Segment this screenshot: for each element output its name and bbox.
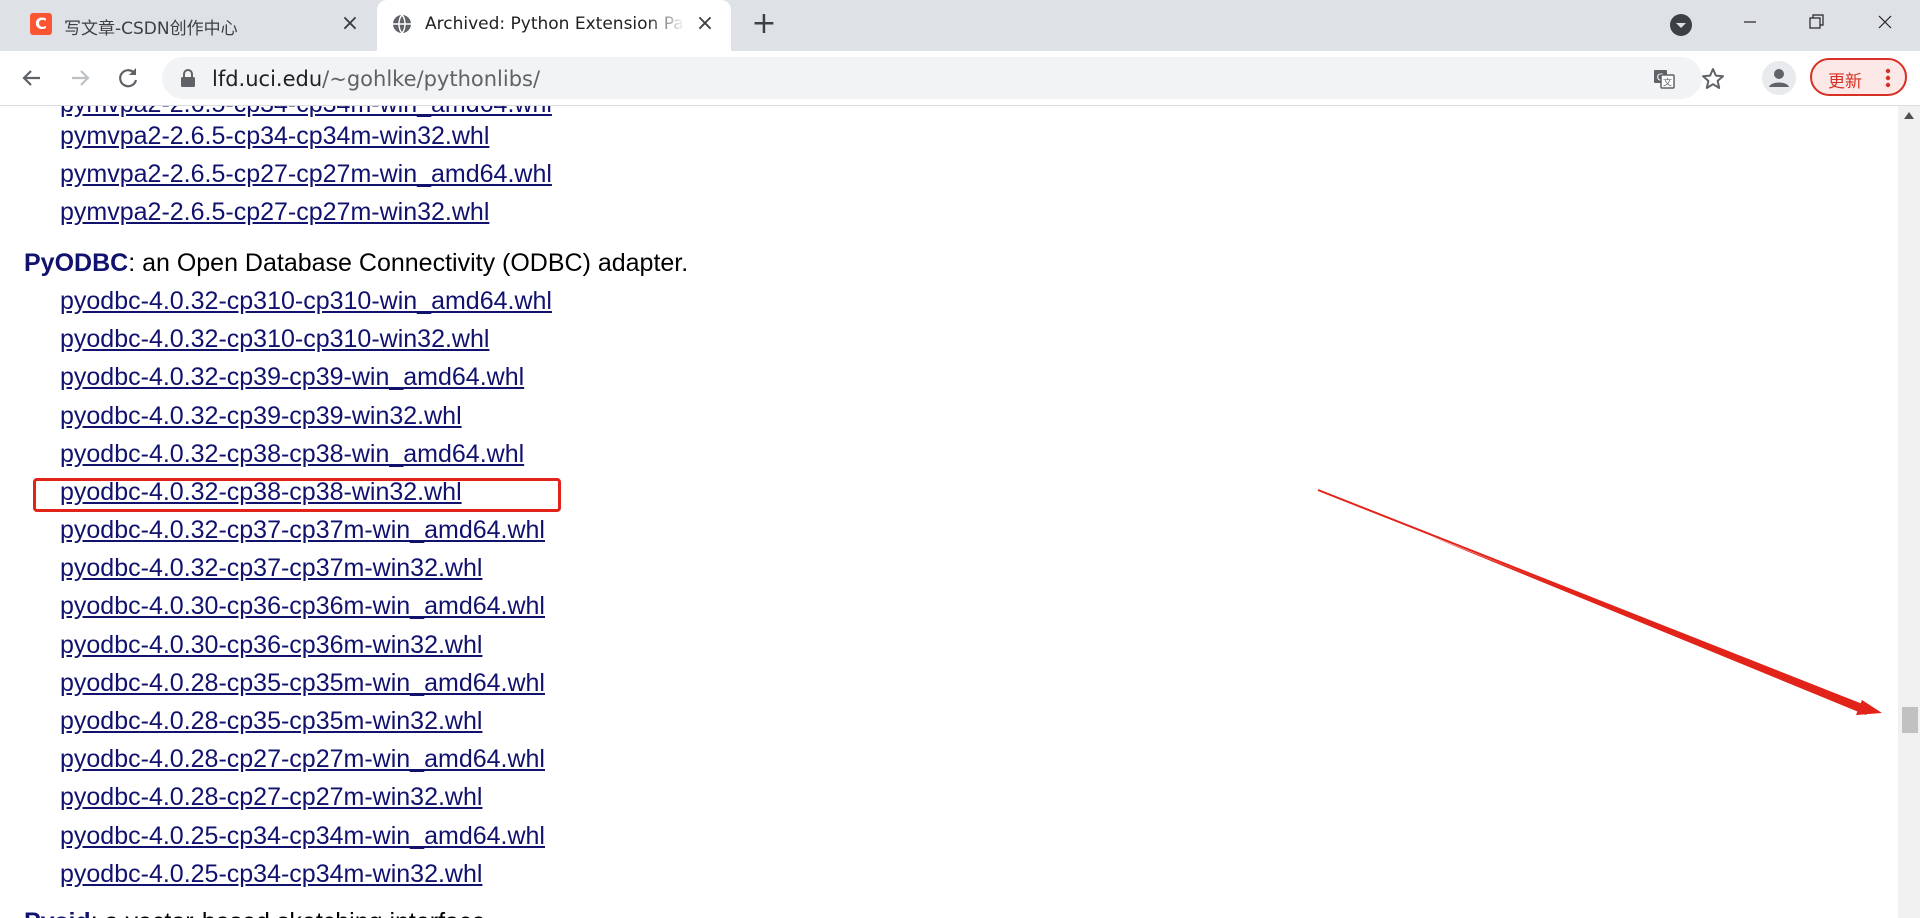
download-link[interactable]: pymvpa2-2.6.5-cp27-cp27m-win32.whl	[60, 198, 489, 227]
tab-pythonlibs[interactable]: Archived: Python Extension Packages for …	[377, 0, 731, 51]
back-arrow-icon[interactable]	[16, 62, 48, 94]
download-link[interactable]: pyodbc-4.0.32-cp39-cp39-win32.whl	[60, 402, 462, 431]
download-link[interactable]: pyodbc-4.0.28-cp27-cp27m-win32.whl	[60, 783, 482, 812]
update-button[interactable]: 更新	[1810, 58, 1907, 96]
download-link[interactable]: pymvpa2-2.6.5-cp34-cp34m-win32.whl	[60, 122, 489, 151]
reload-icon[interactable]	[112, 62, 144, 94]
star-icon[interactable]	[1700, 66, 1726, 92]
download-link[interactable]: pyodbc-4.0.32-cp39-cp39-win_amd64.whl	[60, 363, 524, 392]
download-link[interactable]: pyodbc-4.0.30-cp36-cp36m-win_amd64.whl	[60, 592, 545, 621]
download-link[interactable]: pyodbc-4.0.32-cp310-cp310-win_amd64.whl	[60, 287, 552, 316]
translate-icon[interactable]: G 文	[1652, 67, 1676, 91]
section-heading: Pysid: a vector-based sketching interfac…	[24, 908, 492, 918]
maximize-icon[interactable]	[1786, 0, 1846, 44]
download-link[interactable]: pyodbc-4.0.25-cp34-cp34m-win32.whl	[60, 860, 482, 889]
tab-title: Archived: Python Extension Packages for …	[425, 14, 685, 34]
csdn-favicon-icon: C	[30, 13, 52, 35]
tab-strip: C 写文章-CSDN创作中心 × Archived: Python Extens…	[0, 0, 1920, 51]
url-host: lfd.uci.edu	[212, 67, 323, 91]
section-name[interactable]: Pysid	[24, 908, 91, 918]
download-link[interactable]: pyodbc-4.0.28-cp27-cp27m-win_amd64.whl	[60, 745, 545, 774]
url-text[interactable]: lfd.uci.edu/~gohlke/pythonlibs/	[212, 67, 540, 91]
window-close-icon[interactable]	[1855, 0, 1915, 44]
download-link[interactable]: pymvpa2-2.6.5-cp27-cp27m-win_amd64.whl	[60, 160, 552, 189]
highlight-annotation-box	[33, 478, 561, 512]
download-link[interactable]: pyodbc-4.0.32-cp310-cp310-win32.whl	[60, 325, 489, 354]
section-name[interactable]: PyODBC	[24, 249, 128, 277]
vertical-scrollbar[interactable]	[1898, 106, 1920, 918]
url-path: /~gohlke/pythonlibs/	[322, 67, 541, 91]
update-label: 更新	[1828, 72, 1862, 92]
section-description: : a vector-based sketching interface.	[91, 908, 493, 918]
scrollbar-thumb[interactable]	[1902, 707, 1918, 733]
download-link[interactable]: pyodbc-4.0.28-cp35-cp35m-win32.whl	[60, 707, 482, 736]
svg-text:文: 文	[1663, 77, 1672, 89]
download-link[interactable]: pyodbc-4.0.32-cp37-cp37m-win_amd64.whl	[60, 516, 545, 545]
scroll-up-arrow-icon[interactable]	[1904, 112, 1914, 119]
close-icon[interactable]: ×	[693, 12, 717, 36]
download-link[interactable]: pyodbc-4.0.32-cp37-cp37m-win32.whl	[60, 554, 482, 583]
address-bar[interactable]: lfd.uci.edu/~gohlke/pythonlibs/ G 文	[162, 57, 1724, 99]
more-vert-icon[interactable]	[1882, 67, 1894, 89]
tab-search-icon[interactable]	[1669, 13, 1693, 37]
page-content: pymvpa2-2.6.5-cp34-cp34m-win_amd64.whl p…	[0, 106, 1898, 918]
download-link[interactable]: pyodbc-4.0.32-cp38-cp38-win_amd64.whl	[60, 440, 524, 469]
download-link[interactable]: pyodbc-4.0.25-cp34-cp34m-win_amd64.whl	[60, 822, 545, 851]
browser-toolbar: lfd.uci.edu/~gohlke/pythonlibs/ G 文 更新	[0, 51, 1920, 106]
section-description: : an Open Database Connectivity (ODBC) a…	[128, 249, 689, 277]
forward-arrow-icon[interactable]	[64, 62, 96, 94]
profile-icon[interactable]	[1762, 61, 1796, 95]
download-link[interactable]: pyodbc-4.0.30-cp36-cp36m-win32.whl	[60, 631, 482, 660]
download-link[interactable]: pyodbc-4.0.28-cp35-cp35m-win_amd64.whl	[60, 669, 545, 698]
minimize-icon[interactable]	[1720, 0, 1780, 44]
download-link[interactable]: pymvpa2-2.6.5-cp34-cp34m-win_amd64.whl	[60, 106, 552, 119]
globe-icon	[393, 14, 411, 34]
close-icon[interactable]: ×	[338, 12, 362, 36]
plus-icon[interactable]: +	[750, 9, 778, 39]
tab-title: 写文章-CSDN创作中心	[64, 19, 238, 39]
section-heading: PyODBC: an Open Database Connectivity (O…	[24, 249, 688, 278]
tab-csdn[interactable]: C 写文章-CSDN创作中心 ×	[16, 0, 368, 51]
lock-icon[interactable]	[180, 69, 196, 87]
